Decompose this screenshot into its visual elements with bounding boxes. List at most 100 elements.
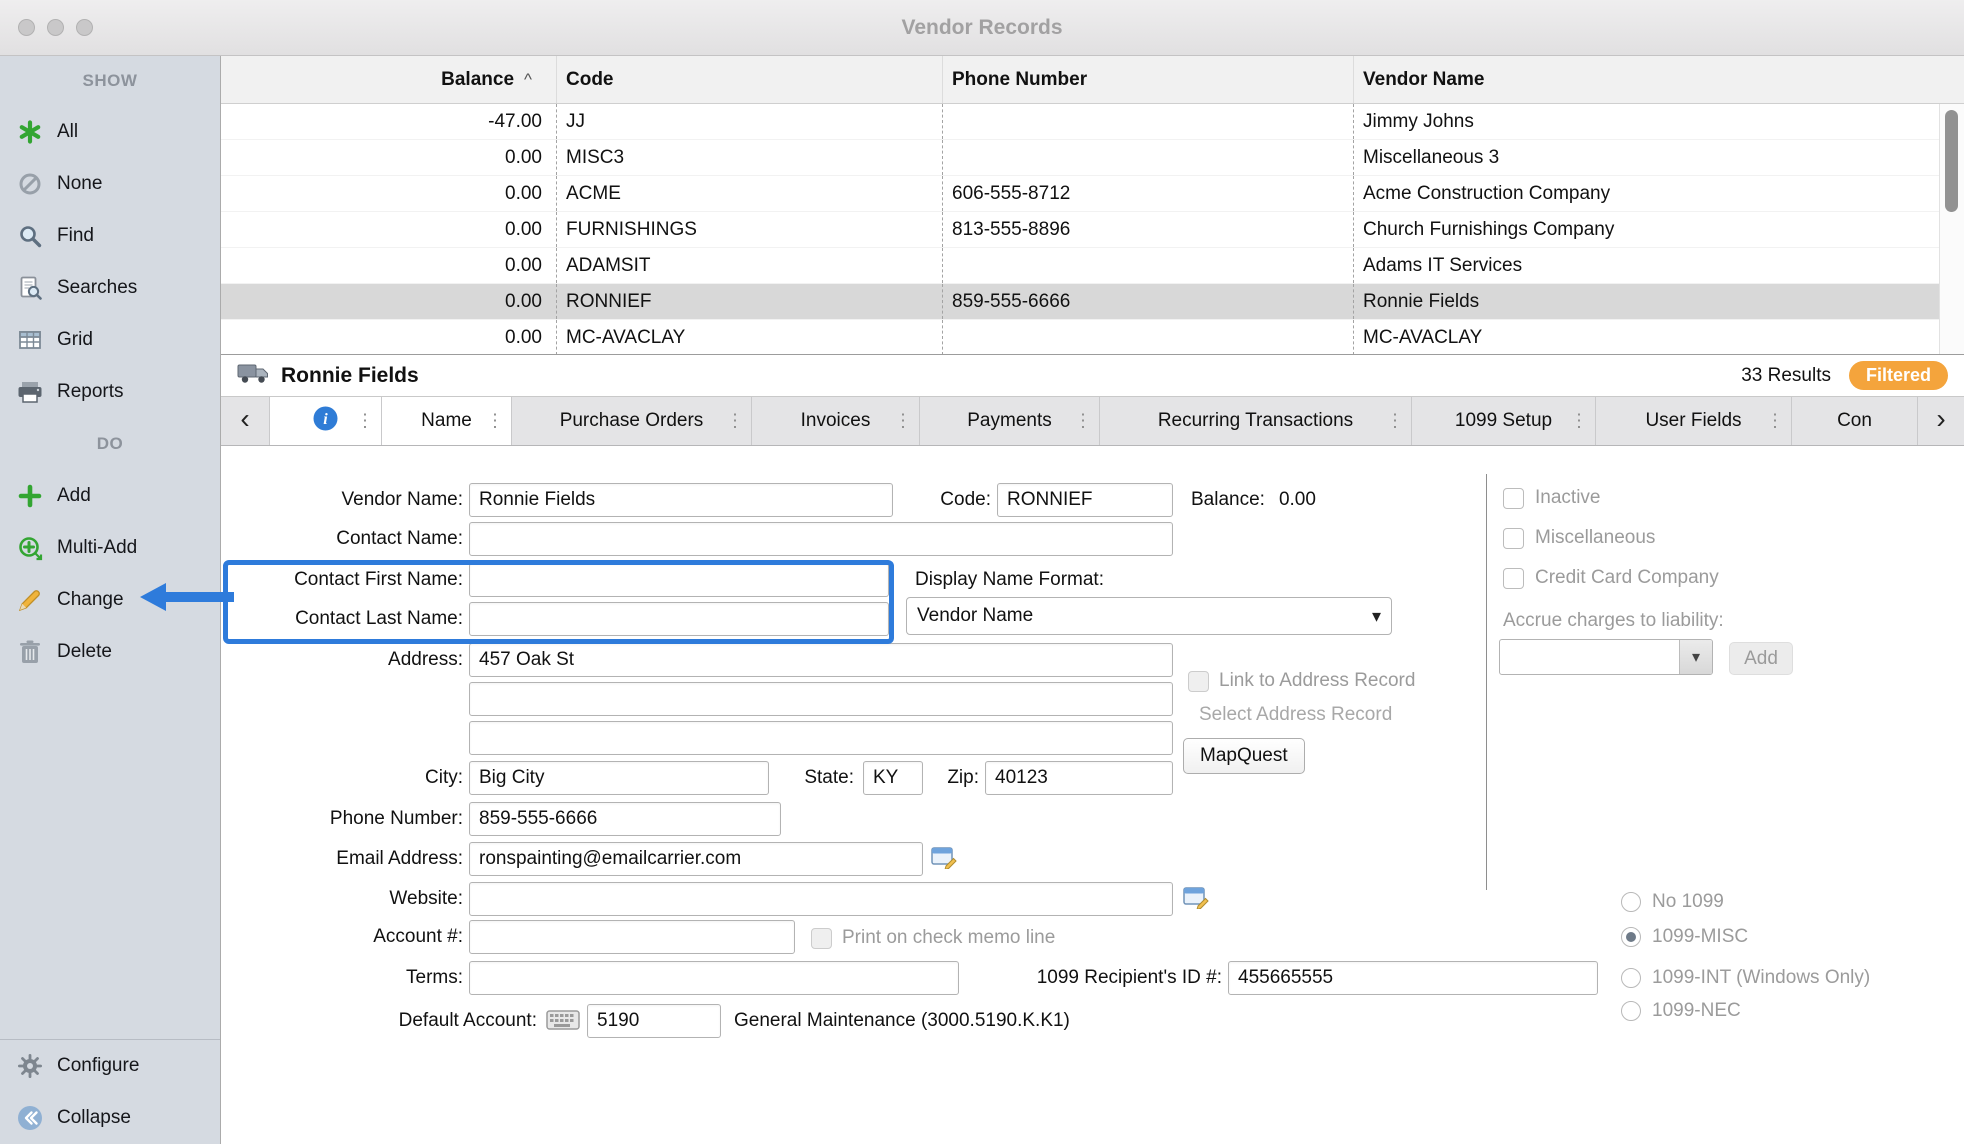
tab-recurring-transactions[interactable]: Recurring Transactions ⋮ — [1099, 397, 1411, 445]
sidebar-item-delete[interactable]: Delete — [0, 626, 220, 678]
sidebar-item-multi-add[interactable]: Multi-Add — [0, 522, 220, 574]
tab-menu-dots-icon[interactable]: ⋮ — [726, 411, 744, 432]
sidebar-item-add[interactable]: Add — [0, 470, 220, 522]
website-launch-icon[interactable] — [1183, 885, 1209, 912]
column-header-balance[interactable]: Balance ^ — [221, 56, 556, 103]
sidebar-item-searches[interactable]: Searches — [0, 262, 220, 314]
window-title: Vendor Records — [0, 0, 1964, 56]
accrue-liability-select[interactable]: ▾ — [1499, 639, 1713, 675]
sidebar-item-label: Searches — [57, 277, 137, 299]
link-address-checkbox[interactable] — [1188, 671, 1209, 692]
address-line2-input[interactable] — [469, 682, 1173, 716]
contact-first-name-input[interactable] — [469, 563, 889, 597]
zip-input[interactable] — [985, 761, 1173, 795]
1099-misc-radio[interactable] — [1621, 927, 1641, 947]
gear-icon — [16, 1053, 44, 1079]
miscellaneous-checkbox[interactable] — [1503, 528, 1524, 549]
terms-input[interactable] — [469, 961, 959, 995]
asterisk-icon — [16, 120, 44, 144]
email-compose-icon[interactable] — [931, 845, 957, 872]
tabs-scroll-left-button[interactable]: ‹ — [221, 397, 269, 445]
print-memo-checkbox[interactable] — [811, 928, 832, 949]
table-row[interactable]: 0.00 MC-AVACLAY MC-AVACLAY — [221, 320, 1964, 354]
table-scrollbar[interactable] — [1939, 104, 1964, 354]
tab-menu-dots-icon[interactable]: ⋮ — [894, 411, 912, 432]
svg-text:i: i — [323, 411, 328, 428]
chevron-down-icon: ▾ — [1679, 640, 1712, 674]
tab-menu-dots-icon[interactable]: ⋮ — [486, 411, 504, 432]
account-number-input[interactable] — [469, 920, 795, 954]
inactive-checkbox[interactable] — [1503, 488, 1524, 509]
phone-number-input[interactable] — [469, 802, 781, 836]
table-row[interactable]: 0.00 ACME 606-555-8712 Acme Construction… — [221, 176, 1964, 212]
titlebar: Vendor Records — [0, 0, 1964, 56]
table-row[interactable]: 0.00 ADAMSIT Adams IT Services — [221, 248, 1964, 284]
tab-menu-dots-icon[interactable]: ⋮ — [1074, 411, 1092, 432]
table-row-selected[interactable]: 0.00 RONNIEF 859-555-6666 Ronnie Fields — [221, 284, 1964, 320]
tab-menu-dots-icon[interactable]: ⋮ — [356, 411, 374, 432]
default-account-label: Default Account: — [221, 1004, 537, 1038]
sidebar-item-grid[interactable]: Grid — [0, 314, 220, 366]
radio-row-1099-int: 1099-INT (Windows Only) — [1621, 966, 1870, 990]
sidebar-item-all[interactable]: All — [0, 106, 220, 158]
sidebar-item-none[interactable]: None — [0, 158, 220, 210]
recipient-id-input[interactable] — [1228, 961, 1598, 995]
phone-number-label: Phone Number: — [221, 802, 463, 836]
select-address-record-button[interactable]: Select Address Record — [1199, 704, 1392, 726]
tab-invoices[interactable]: Invoices ⋮ — [751, 397, 919, 445]
accrue-add-button[interactable]: Add — [1729, 642, 1793, 675]
tab-user-fields[interactable]: User Fields ⋮ — [1595, 397, 1791, 445]
table-row[interactable]: -47.00 JJ Jimmy Johns — [221, 104, 1964, 140]
tab-name[interactable]: Name ⋮ — [381, 397, 511, 445]
display-name-format-select[interactable]: Vendor Name ▾ — [906, 597, 1392, 635]
state-input[interactable] — [863, 761, 923, 795]
sidebar-item-configure[interactable]: Configure — [0, 1040, 220, 1092]
no-1099-radio[interactable] — [1621, 892, 1641, 912]
scrollbar-thumb[interactable] — [1945, 110, 1958, 212]
table-row[interactable]: 0.00 FURNISHINGS 813-555-8896 Church Fur… — [221, 212, 1964, 248]
account-lookup-icon[interactable] — [546, 1008, 580, 1035]
tab-1099-setup[interactable]: 1099 Setup ⋮ — [1411, 397, 1595, 445]
sidebar-item-reports[interactable]: Reports — [0, 366, 220, 418]
sidebar-item-collapse[interactable]: Collapse — [0, 1092, 220, 1144]
contact-last-name-input[interactable] — [469, 602, 889, 636]
tab-menu-dots-icon[interactable]: ⋮ — [1386, 411, 1404, 432]
sidebar-item-label: Add — [57, 485, 91, 507]
contact-last-name-label: Contact Last Name: — [221, 602, 463, 636]
sidebar-item-change[interactable]: Change — [0, 574, 220, 626]
1099-nec-radio[interactable] — [1621, 1001, 1641, 1021]
column-header-code[interactable]: Code — [556, 56, 942, 103]
vendor-name-input[interactable] — [469, 483, 893, 517]
address-line1-input[interactable] — [469, 643, 1173, 677]
tab-menu-dots-icon[interactable]: ⋮ — [1766, 411, 1784, 432]
tab-menu-dots-icon[interactable]: ⋮ — [1570, 411, 1588, 432]
chevron-down-icon: ▾ — [1372, 606, 1381, 627]
tab-contacts-truncated[interactable]: Con — [1791, 397, 1918, 445]
code-input[interactable] — [997, 483, 1173, 517]
city-input[interactable] — [469, 761, 769, 795]
contact-name-input[interactable] — [469, 522, 1173, 556]
sidebar-item-find[interactable]: Find — [0, 210, 220, 262]
credit-card-company-checkbox[interactable] — [1503, 568, 1524, 589]
mapquest-button[interactable]: MapQuest — [1183, 738, 1305, 774]
email-address-input[interactable] — [469, 842, 923, 876]
tab-info[interactable]: i ⋮ — [269, 397, 381, 445]
tab-payments[interactable]: Payments ⋮ — [919, 397, 1099, 445]
do-section-header: DO — [0, 418, 220, 470]
tab-purchase-orders[interactable]: Purchase Orders ⋮ — [511, 397, 751, 445]
default-account-input[interactable] — [587, 1004, 721, 1038]
table-row[interactable]: 0.00 MISC3 Miscellaneous 3 — [221, 140, 1964, 176]
tabs-scroll-right-button[interactable]: › — [1918, 397, 1964, 445]
column-header-phone[interactable]: Phone Number — [942, 56, 1353, 103]
account-number-label: Account #: — [221, 920, 463, 954]
website-input[interactable] — [469, 882, 1173, 916]
terms-label: Terms: — [221, 961, 463, 995]
filtered-badge[interactable]: Filtered — [1849, 361, 1948, 390]
results-count: 33 Results — [1741, 365, 1831, 387]
column-header-vendor[interactable]: Vendor Name — [1353, 56, 1939, 103]
1099-int-radio[interactable] — [1621, 968, 1641, 988]
contact-first-name-label: Contact First Name: — [221, 563, 463, 597]
truck-icon — [237, 361, 269, 390]
contact-name-label: Contact Name: — [221, 522, 463, 556]
address-line3-input[interactable] — [469, 721, 1173, 755]
